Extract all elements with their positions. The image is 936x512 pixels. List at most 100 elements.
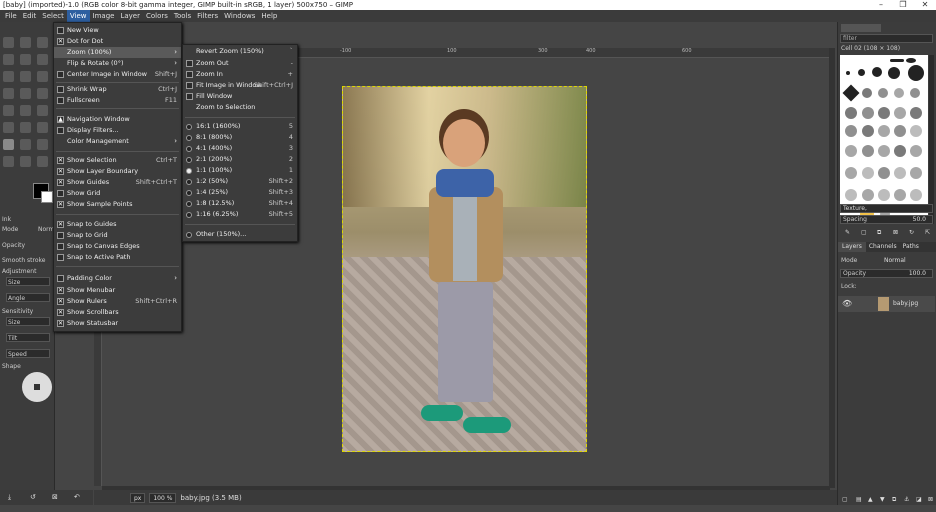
spacing-field[interactable]: Spacing 50.0 <box>840 215 933 224</box>
brush-grid[interactable] <box>840 55 928 224</box>
tab-layers[interactable]: Layers <box>838 242 866 252</box>
menu-item-padding-color[interactable]: Padding Color › <box>54 273 181 284</box>
menu-item-show-guides[interactable]: ✕ Show Guides Shift+Ctrl+T <box>54 177 181 188</box>
align-tool-icon[interactable] <box>37 71 48 82</box>
gradient-tool-icon[interactable] <box>3 122 14 133</box>
smooth-stroke-checkbox[interactable]: Smooth stroke <box>2 257 46 264</box>
menu-item-snap-to-canvas-edges[interactable]: Snap to Canvas Edges <box>54 241 181 252</box>
menu-item-show-selection[interactable]: ✕ Show Selection Ctrl+T <box>54 155 181 166</box>
dock-tabs[interactable] <box>841 24 881 32</box>
fuzzy-select-tool-icon[interactable] <box>20 54 31 65</box>
menu-item-show-scrollbars[interactable]: ✕ Show Scrollbars <box>54 307 181 318</box>
vertical-scrollbar[interactable] <box>829 48 835 488</box>
mypaint-brush-tool-icon[interactable] <box>20 139 31 150</box>
menu-layer[interactable]: Layer <box>117 10 143 22</box>
new-layer-icon[interactable]: ▢ <box>842 496 848 503</box>
menu-item-zoom-25[interactable]: 1:4 (25%) Shift+3 <box>183 187 297 198</box>
menu-item-zoom-6-25[interactable]: 1:16 (6.25%) Shift+5 <box>183 209 297 220</box>
menu-item-flip-rotate[interactable]: Flip & Rotate (0°) › <box>54 58 181 69</box>
menu-item-center-image[interactable]: Center Image in Window Shift+J <box>54 69 181 80</box>
open-brush-icon[interactable]: ⇱ <box>925 229 930 236</box>
layer-opacity-field[interactable]: Opacity 100.0 <box>840 269 933 278</box>
duplicate-layer-icon[interactable]: ⧉ <box>892 496 896 504</box>
close-icon[interactable]: ✕ <box>914 0 936 10</box>
menu-filters[interactable]: Filters <box>194 10 221 22</box>
text-tool-icon[interactable] <box>37 156 48 167</box>
menu-item-zoom-200[interactable]: 2:1 (200%) 2 <box>183 154 297 165</box>
menu-item-zoom-12-5[interactable]: 1:8 (12.5%) Shift+4 <box>183 198 297 209</box>
canvas-image[interactable] <box>342 86 587 452</box>
raise-layer-icon[interactable]: ▲ <box>868 496 873 503</box>
menu-item-show-statusbar[interactable]: ✕ Show Statusbar <box>54 318 181 329</box>
flip-tool-icon[interactable] <box>3 105 14 116</box>
menu-item-color-management[interactable]: Color Management › <box>54 136 181 147</box>
unified-transform-tool-icon[interactable] <box>37 88 48 99</box>
layer-row[interactable]: 👁 baby.jpg <box>838 296 935 312</box>
menu-view[interactable]: View <box>66 10 90 22</box>
pencil-tool-icon[interactable] <box>20 122 31 133</box>
menu-item-navigation-window[interactable]: ▲ Navigation Window <box>54 114 181 125</box>
menu-item-zoom-out[interactable]: Zoom Out - <box>183 58 297 69</box>
menu-item-fit-image[interactable]: Fit Image in Window Shift+Ctrl+J <box>183 80 297 91</box>
unit-select[interactable]: px <box>130 492 146 503</box>
menu-item-show-sample-points[interactable]: ✕ Show Sample Points <box>54 199 181 210</box>
bucket-fill-tool-icon[interactable] <box>37 105 48 116</box>
ellipse-select-tool-icon[interactable] <box>20 37 31 48</box>
brush-filter-input[interactable]: filter <box>840 34 933 43</box>
menu-item-new-view[interactable]: New View <box>54 25 181 36</box>
menu-image[interactable]: Image <box>90 10 118 22</box>
menu-help[interactable]: Help <box>258 10 280 22</box>
menu-edit[interactable]: Edit <box>20 10 40 22</box>
menu-select[interactable]: Select <box>39 10 67 22</box>
menu-item-zoom-in[interactable]: Zoom In + <box>183 69 297 80</box>
menu-item-zoom-50[interactable]: 1:2 (50%) Shift+2 <box>183 176 297 187</box>
menu-item-shrink-wrap[interactable]: Shrink Wrap Ctrl+J <box>54 84 181 95</box>
zoom-select[interactable]: 100 % <box>149 492 177 503</box>
menu-item-zoom-other[interactable]: Other (150%)... <box>183 229 297 240</box>
smudge-tool-icon[interactable] <box>3 156 14 167</box>
edit-brush-icon[interactable]: ✎ <box>845 229 850 236</box>
menu-item-show-layer-boundary[interactable]: ✕ Show Layer Boundary <box>54 166 181 177</box>
crop-tool-icon[interactable] <box>37 54 48 65</box>
paths-tool-icon[interactable] <box>3 71 14 82</box>
tab-paths[interactable]: Paths <box>900 242 922 252</box>
menu-windows[interactable]: Windows <box>221 10 258 22</box>
brush-grid-scrollbar[interactable] <box>929 55 934 224</box>
new-group-icon[interactable]: ▤ <box>856 496 862 503</box>
clone-tool-icon[interactable] <box>37 139 48 150</box>
anchor-layer-icon[interactable]: ⚓ <box>904 496 909 503</box>
delete-options-icon[interactable]: ⊠ <box>52 493 58 501</box>
delete-brush-icon[interactable]: ⊠ <box>893 229 898 236</box>
restore-options-icon[interactable]: ↺ <box>30 493 36 501</box>
menu-item-fill-window[interactable]: Fill Window <box>183 91 297 102</box>
warp-tool-icon[interactable] <box>3 88 14 99</box>
menu-colors[interactable]: Colors <box>143 10 171 22</box>
refresh-brushes-icon[interactable]: ↻ <box>909 229 914 236</box>
ink-tool-icon[interactable] <box>3 139 14 150</box>
menu-item-show-grid[interactable]: Show Grid <box>54 188 181 199</box>
eye-icon[interactable]: 👁 <box>842 299 852 308</box>
menu-item-zoom-800[interactable]: 8:1 (800%) 4 <box>183 132 297 143</box>
lower-layer-icon[interactable]: ▼ <box>880 496 885 503</box>
layer-mode-select[interactable]: Normal <box>884 257 906 264</box>
menu-item-zoom-to-selection[interactable]: Zoom to Selection <box>183 102 297 113</box>
menu-item-snap-to-active-path[interactable]: Snap to Active Path <box>54 252 181 263</box>
menu-item-snap-to-guides[interactable]: ✕ Snap to Guides <box>54 219 181 230</box>
maximize-icon[interactable]: ❐ <box>892 0 914 10</box>
menu-item-zoom-100[interactable]: 1:1 (100%) 1 <box>183 165 297 176</box>
scissors-tool-icon[interactable] <box>3 54 14 65</box>
menu-item-fullscreen[interactable]: Fullscreen F11 <box>54 95 181 106</box>
menu-item-snap-to-grid[interactable]: Snap to Grid <box>54 230 181 241</box>
delete-layer-icon[interactable]: ⊠ <box>928 496 933 503</box>
menu-item-zoom[interactable]: Zoom (100%) › <box>54 47 181 58</box>
dodge-tool-icon[interactable] <box>20 156 31 167</box>
minimize-icon[interactable]: – <box>870 0 892 10</box>
mask-layer-icon[interactable]: ◪ <box>916 496 922 503</box>
menu-item-dot-for-dot[interactable]: ✕ Dot for Dot <box>54 36 181 47</box>
menu-item-zoom-400[interactable]: 4:1 (400%) 3 <box>183 143 297 154</box>
brush-tag-input[interactable]: Texture, <box>840 204 933 213</box>
rotate-tool-icon[interactable] <box>20 88 31 99</box>
rect-select-tool-icon[interactable] <box>3 37 14 48</box>
menu-tools[interactable]: Tools <box>171 10 194 22</box>
layer-name[interactable]: baby.jpg <box>893 300 918 307</box>
